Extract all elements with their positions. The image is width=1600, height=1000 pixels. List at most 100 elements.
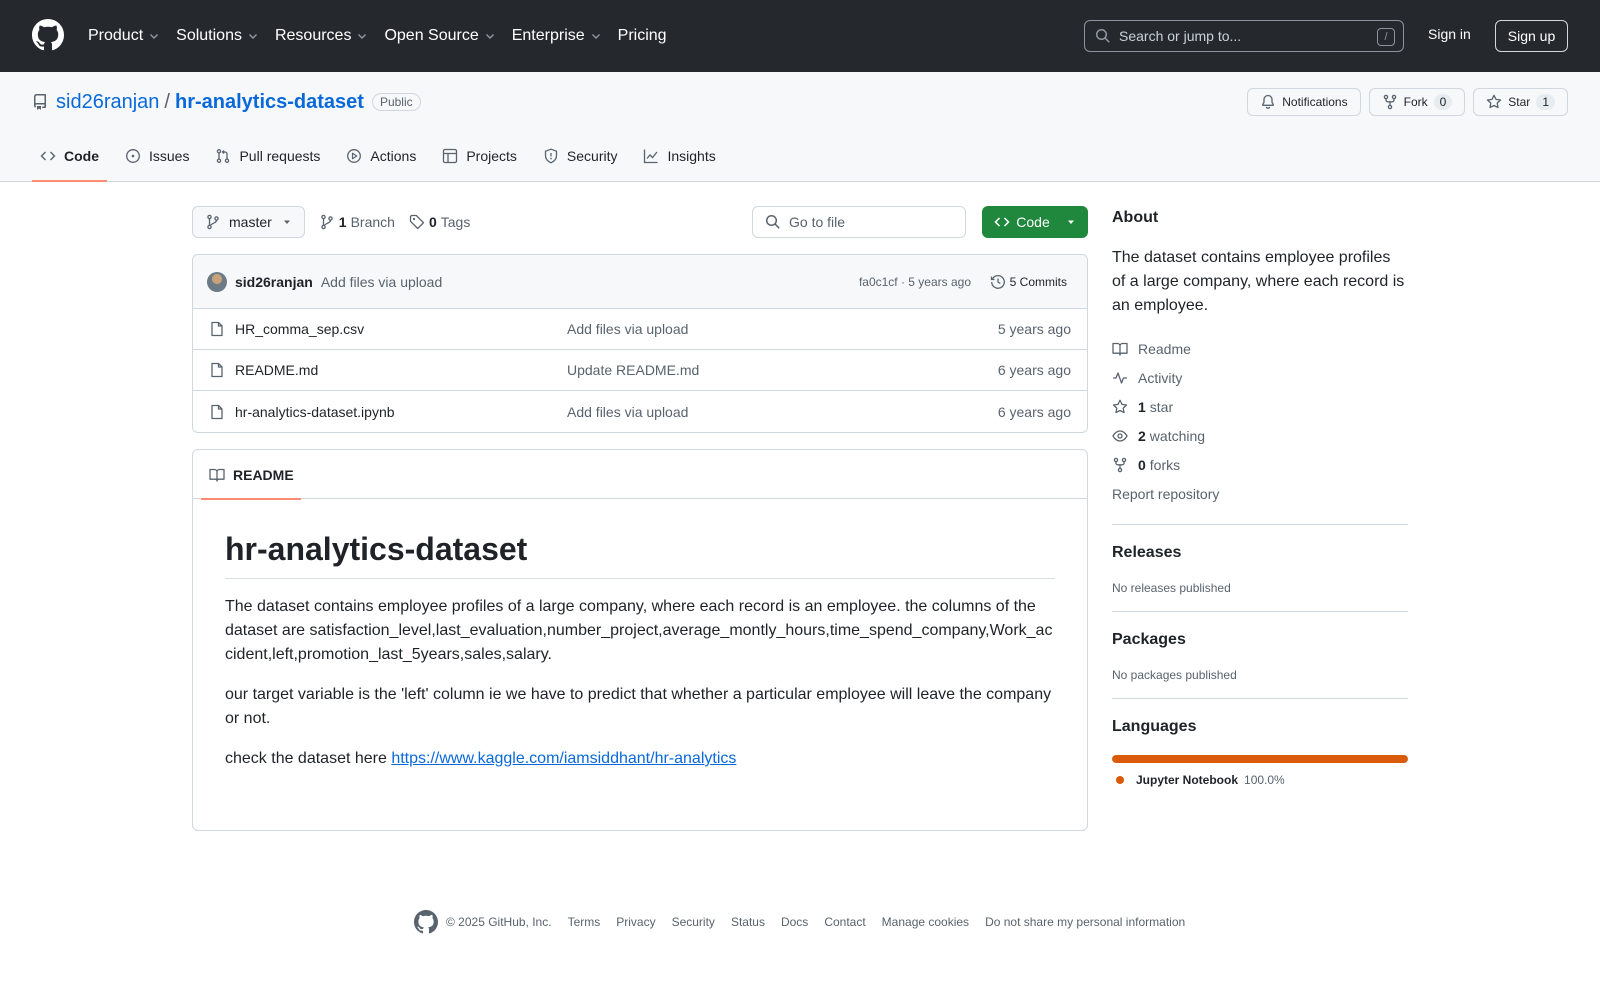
avatar[interactable]	[207, 271, 227, 292]
about-description: The dataset contains employee profiles o…	[1112, 249, 1405, 314]
repo-actions: Notifications Fork 0 Star 1	[1239, 88, 1568, 116]
chevron-down-icon	[150, 34, 159, 39]
tab-actions[interactable]: Actions	[338, 132, 424, 180]
tab-insights[interactable]: Insights	[635, 132, 723, 180]
tab-label: Pull requests	[239, 148, 321, 164]
sign-in-link[interactable]: Sign in	[1428, 26, 1471, 42]
play-icon	[347, 149, 362, 163]
file-list: sid26ranjan Add files via upload fa0c1cf…	[192, 254, 1088, 433]
repo-name-link[interactable]: hr-analytics-dataset	[175, 91, 364, 114]
tab-label: Issues	[149, 148, 190, 164]
readme-tab-label: README	[233, 466, 294, 483]
releases-heading[interactable]: Releases	[1112, 541, 1408, 565]
tag-label: Tags	[440, 214, 471, 230]
tab-projects[interactable]: Projects	[434, 132, 525, 180]
file-name-link[interactable]: README.md	[235, 362, 567, 378]
notifications-button[interactable]: Notifications	[1247, 88, 1361, 116]
footer-link-manage-cookies[interactable]: Manage cookies	[882, 915, 969, 929]
tags-link[interactable]: 0 Tags	[409, 214, 470, 230]
tab-code[interactable]: Code	[32, 132, 107, 182]
kaggle-dataset-link[interactable]: https://www.kaggle.com/iamsiddhant/hr-an…	[391, 750, 736, 767]
go-to-file-input[interactable]: Go to file	[752, 206, 966, 238]
footer-link-security[interactable]: Security	[672, 915, 715, 929]
sign-up-button[interactable]: Sign up	[1495, 20, 1568, 52]
nav-open-source[interactable]: Open Source	[384, 27, 495, 45]
nav-product[interactable]: Product	[88, 27, 160, 45]
readme-title: hr-analytics-dataset	[225, 531, 1055, 579]
report-repository-link[interactable]: Report repository	[1112, 479, 1408, 508]
footer-link-status[interactable]: Status	[731, 915, 765, 929]
tab-security[interactable]: Security	[535, 132, 626, 180]
divider	[1112, 524, 1408, 525]
activity-link[interactable]: Activity	[1112, 363, 1408, 392]
language-name: Jupyter Notebook	[1136, 773, 1239, 787]
tab-label: Security	[566, 148, 618, 164]
file-icon	[211, 321, 223, 337]
footer-link-privacy[interactable]: Privacy	[616, 915, 655, 929]
divider	[1112, 611, 1408, 612]
repo-icon	[34, 94, 46, 110]
github-logo-icon[interactable]	[32, 19, 64, 51]
readme-link-label: Readme	[1138, 340, 1191, 357]
code-button-label: Code	[1016, 214, 1050, 230]
star-button[interactable]: Star 1	[1473, 88, 1568, 116]
watching-label: watching	[1149, 427, 1206, 444]
nav-label: Solutions	[176, 27, 242, 44]
branches-link[interactable]: 1 Branch	[319, 214, 395, 230]
nav-label: Enterprise	[511, 27, 585, 44]
code-dropdown-button[interactable]: Code	[982, 206, 1088, 238]
repo-owner-link[interactable]: sid26ranjan	[56, 91, 159, 114]
footer-link-terms[interactable]: Terms	[568, 915, 601, 929]
file-commit-link[interactable]: Add files via upload	[567, 404, 688, 420]
footer-link-docs[interactable]: Docs	[781, 915, 808, 929]
branch-select-button[interactable]: master	[192, 206, 305, 238]
github-logo-icon[interactable]	[414, 910, 438, 934]
watching-count: 2	[1138, 427, 1146, 444]
latest-commit-row: sid26ranjan Add files via upload fa0c1cf…	[193, 255, 1087, 309]
issue-icon	[126, 149, 140, 163]
file-commit-link[interactable]: Update README.md	[567, 362, 699, 378]
branch-icon	[321, 214, 333, 230]
nav-resources[interactable]: Resources	[275, 27, 368, 45]
language-legend-item[interactable]: Jupyter Notebook 100.0%	[1112, 773, 1408, 787]
footer-link-contact[interactable]: Contact	[824, 915, 865, 929]
nav-pricing[interactable]: Pricing	[618, 27, 667, 45]
file-name-link[interactable]: HR_comma_sep.csv	[235, 321, 567, 337]
commit-message-link[interactable]: Add files via upload	[321, 274, 442, 290]
readme-tab[interactable]: README	[201, 450, 301, 500]
commit-author-link[interactable]: sid26ranjan	[235, 274, 313, 290]
language-bar-segment	[1112, 755, 1408, 763]
branch-name: master	[229, 214, 272, 230]
file-icon	[211, 362, 223, 378]
tab-label: Insights	[667, 148, 716, 164]
footer-link-do-not-share[interactable]: Do not share my personal information	[985, 915, 1185, 929]
search-placeholder: Search or jump to...	[1119, 28, 1242, 44]
nav-enterprise[interactable]: Enterprise	[512, 27, 602, 45]
packages-heading[interactable]: Packages	[1112, 628, 1408, 652]
notifications-label: Notifications	[1282, 95, 1348, 109]
repo-title: sid26ranjan / hr-analytics-dataset Publi…	[32, 90, 421, 114]
main-content: master 1 Branch 0 Tags Go to file Code s…	[192, 206, 1088, 831]
stars-link[interactable]: 1 star	[1112, 392, 1408, 421]
fork-button[interactable]: Fork 0	[1368, 88, 1466, 116]
commits-history-link[interactable]: 5 Commits	[990, 274, 1067, 290]
file-commit-link[interactable]: Add files via upload	[567, 321, 688, 337]
go-to-file-placeholder: Go to file	[789, 214, 846, 230]
branch-icon	[207, 214, 219, 230]
stars-label: star	[1149, 398, 1174, 415]
nav-solutions[interactable]: Solutions	[176, 27, 259, 45]
watchers-link[interactable]: 2 watching	[1112, 421, 1408, 450]
fork-count: 0	[1433, 94, 1453, 110]
global-search-input[interactable]: Search or jump to... /	[1084, 20, 1404, 52]
tab-pull-requests[interactable]: Pull requests	[207, 132, 328, 180]
readme-link[interactable]: Readme	[1112, 334, 1408, 363]
forks-link[interactable]: 0 forks	[1112, 450, 1408, 479]
tab-label: Projects	[466, 148, 517, 164]
readme-panel: README hr-analytics-dataset The dataset …	[192, 449, 1088, 831]
table-row: hr-analytics-dataset.ipynb Add files via…	[193, 391, 1087, 432]
commits-count-label: 5 Commits	[1009, 274, 1067, 289]
repo-sidebar: About The dataset contains employee prof…	[1112, 206, 1408, 787]
book-icon	[209, 468, 225, 482]
tab-issues[interactable]: Issues	[117, 132, 197, 180]
file-name-link[interactable]: hr-analytics-dataset.ipynb	[235, 404, 567, 420]
